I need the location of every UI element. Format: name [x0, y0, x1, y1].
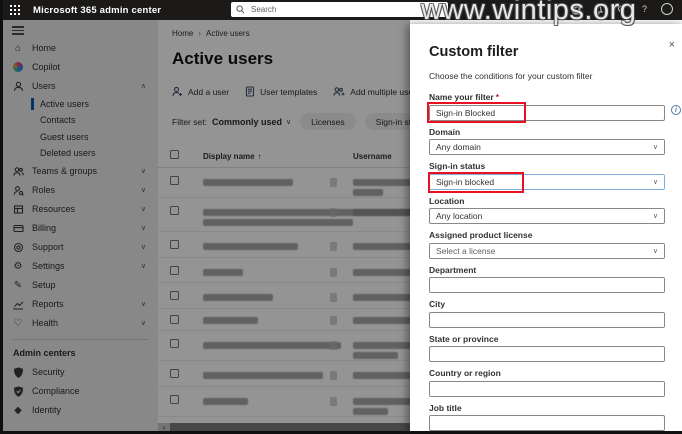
field-job-title: Job title	[429, 402, 665, 431]
app-title: Microsoft 365 admin center	[33, 4, 162, 16]
domain-value: Any domain	[436, 142, 481, 152]
custom-filter-panel: × Custom filter Choose the conditions fo…	[410, 24, 682, 431]
state-input[interactable]	[429, 346, 665, 362]
field-label: State or province	[429, 333, 499, 344]
app-launcher-icon[interactable]	[10, 4, 21, 16]
help-icon[interactable]: ?	[642, 4, 647, 15]
info-icon[interactable]: i	[671, 105, 681, 115]
top-app-bar: Microsoft 365 admin center ⚙ ?	[3, 0, 682, 20]
license-select[interactable]: Select a license ∨	[429, 242, 665, 259]
global-search[interactable]	[231, 2, 448, 17]
gear-icon[interactable]: ⚙	[617, 4, 625, 15]
field-label: Job title	[429, 402, 462, 413]
required-asterisk: *	[495, 92, 500, 102]
field-label: City	[429, 299, 446, 309]
location-value: Any location	[436, 211, 483, 221]
panel-title: Custom filter	[429, 44, 519, 60]
field-name-your-filter: Name your filter* i	[427, 92, 681, 123]
domain-select[interactable]: Any domain ∨	[429, 139, 665, 155]
overlay-scrim[interactable]	[3, 20, 410, 431]
field-signin-status: Sign-in status Sign-in blocked ∨	[428, 161, 665, 193]
search-icon	[236, 5, 245, 14]
chevron-down-icon: ∨	[652, 213, 658, 220]
screenshot-root: Microsoft 365 admin center ⚙ ? ⌂ Home Co…	[0, 0, 682, 434]
location-select[interactable]: Any location ∨	[429, 208, 665, 224]
field-label: Name your filter	[429, 92, 494, 102]
avatar[interactable]	[661, 3, 673, 15]
signin-status-value: Sign-in blocked	[436, 176, 495, 187]
field-city: City	[429, 299, 665, 328]
field-domain: Domain Any domain ∨	[429, 126, 665, 155]
field-label: Assigned product license	[429, 230, 533, 240]
field-label: Domain	[429, 126, 461, 137]
department-input[interactable]	[429, 277, 665, 293]
field-label: Department	[429, 264, 477, 275]
field-country: Country or region	[429, 368, 665, 397]
field-state: State or province	[429, 333, 665, 362]
chevron-down-icon: ∨	[652, 178, 658, 186]
field-label: Location	[429, 195, 465, 206]
field-location: Location Any location ∨	[429, 195, 665, 224]
field-assigned-license: Assigned product license Select a licens…	[429, 230, 665, 259]
license-value: Select a license	[436, 245, 496, 256]
field-label: Country or region	[429, 368, 501, 378]
signin-status-select[interactable]: Sign-in blocked ∨	[428, 171, 665, 193]
panel-description: Choose the conditions for your custom fi…	[429, 71, 593, 81]
field-department: Department	[429, 264, 665, 293]
filter-name-input[interactable]	[429, 104, 665, 121]
search-input[interactable]	[249, 4, 443, 15]
close-icon[interactable]: ×	[669, 40, 675, 51]
field-label: Sign-in status	[429, 161, 486, 171]
job-title-input[interactable]	[429, 415, 665, 431]
chevron-down-icon: ∨	[652, 247, 658, 255]
bell-icon[interactable]	[592, 4, 604, 18]
country-input[interactable]	[429, 380, 665, 397]
chevron-down-icon: ∨	[652, 144, 658, 151]
clipboard-icon[interactable]	[572, 4, 581, 18]
city-input[interactable]	[429, 311, 665, 328]
